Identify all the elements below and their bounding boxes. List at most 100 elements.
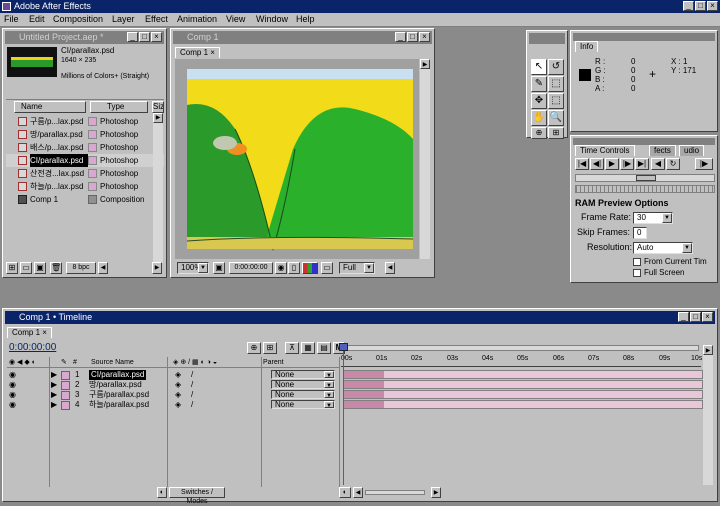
column-name[interactable]: Name [14, 101, 86, 113]
skip-frames-input[interactable]: 0 [633, 227, 647, 239]
project-scrollbar[interactable]: ▶ [153, 113, 163, 263]
zoom-out-icon[interactable]: ◐ [339, 487, 351, 498]
checkbox-icon[interactable] [633, 268, 641, 277]
from-current-time-checkbox[interactable]: From Current Tim [633, 257, 707, 266]
pen-tool-icon[interactable]: ✎ [531, 76, 547, 92]
layer-name[interactable]: 하늘/parallax.psd [89, 400, 149, 410]
previous-frame-icon[interactable]: ◀| [590, 158, 604, 170]
switches-modes-button[interactable]: Switches / Modes [169, 487, 225, 505]
pen-switch-icon[interactable]: ◈ [175, 380, 181, 390]
shuttle-knob-icon[interactable] [636, 175, 656, 181]
timeline-maximize-button[interactable]: □ [690, 312, 701, 322]
zoom-in-icon[interactable]: ▶ [431, 487, 441, 498]
time-controls-tab[interactable]: Time Controls [575, 145, 635, 156]
last-frame-icon[interactable]: ▶| [635, 158, 649, 170]
timeline-minimize-button[interactable]: _ [678, 312, 689, 322]
menu-file[interactable]: File [4, 13, 19, 26]
layer-duration-bar[interactable] [343, 400, 703, 409]
channel-icon[interactable] [302, 262, 318, 274]
video-switch-icon[interactable]: ◉ [9, 390, 16, 400]
parent-select[interactable]: None ▼ [271, 390, 335, 399]
type-tool-icon[interactable]: ⬚ [548, 93, 564, 109]
mask-tool-icon[interactable]: ⬚ [548, 76, 564, 92]
project-item[interactable]: Comp 1 Composition [6, 193, 164, 206]
layer-duration-bar[interactable] [343, 380, 703, 389]
comp-timecode[interactable]: 0:00:00:00 [229, 262, 273, 274]
trash-icon[interactable]: 🗑 [50, 262, 62, 274]
project-maximize-button[interactable]: □ [139, 32, 150, 42]
project-item[interactable]: 땅/parallax.psd Photoshop [6, 128, 164, 141]
graph-icon[interactable]: ▤ [317, 342, 331, 354]
hand-tool-icon[interactable]: ✋ [531, 110, 547, 126]
label-swatch[interactable] [61, 391, 70, 400]
comp-scroll-up[interactable]: ▶ [420, 59, 430, 69]
label-swatch[interactable] [61, 371, 70, 380]
source-name-header[interactable]: Source Name [91, 357, 134, 368]
resolution-select-ram[interactable]: Auto ▼ [633, 242, 693, 254]
label-swatch[interactable] [61, 401, 70, 410]
track-tool-icon[interactable]: ⊞ [548, 127, 564, 139]
app-close-button[interactable]: × [707, 1, 718, 11]
jog-shuttle[interactable] [575, 174, 715, 182]
pen-switch-icon[interactable]: ◈ [175, 390, 181, 400]
comp-close-button[interactable]: × [419, 32, 430, 42]
pan-behind-tool-icon[interactable]: ✥ [531, 93, 547, 109]
scroll-up-button[interactable]: ▶ [153, 113, 163, 123]
current-time-indicator[interactable] [343, 345, 344, 485]
column-type[interactable]: Type [90, 101, 148, 113]
interpret-footage-icon[interactable]: ⊞ [6, 262, 18, 274]
label-swatch[interactable] [61, 381, 70, 390]
menu-window[interactable]: Window [256, 13, 288, 26]
checkbox-icon[interactable] [633, 257, 641, 266]
menu-animation[interactable]: Animation [177, 13, 217, 26]
comp-minimize-button[interactable]: _ [395, 32, 406, 42]
resolution-select[interactable]: Full ▼ [339, 262, 375, 274]
zoom-select[interactable]: 100% ▼ [177, 262, 209, 274]
scroll-left-button[interactable]: ◀ [98, 262, 108, 274]
timeline-close-button[interactable]: × [702, 312, 713, 322]
menu-effect[interactable]: Effect [145, 13, 168, 26]
comp-vscroll[interactable]: ▶ [420, 59, 430, 259]
layer-name[interactable]: CI/parallax.psd [89, 370, 147, 380]
show-snapshot-icon[interactable]: ▯ [288, 262, 300, 274]
audio-tab[interactable]: udio [679, 145, 705, 156]
parent-select[interactable]: None ▼ [271, 380, 335, 389]
menu-help[interactable]: Help [296, 13, 315, 26]
new-comp-icon[interactable]: ▣ [34, 262, 46, 274]
time-ruler[interactable]: 00s 01s 02s 03s 04s 05s 06s 07s 08s 09s … [341, 345, 707, 369]
info-tab[interactable]: Info [575, 41, 599, 52]
comp-tab[interactable]: Comp 1 × [175, 47, 220, 58]
pen-switch-icon[interactable]: ◈ [175, 400, 181, 410]
work-area-bar[interactable] [341, 345, 699, 351]
new-folder-icon[interactable]: ▭ [20, 262, 32, 274]
scrubber-bar[interactable] [575, 185, 715, 193]
bpc-button[interactable]: 8 bpc [66, 262, 96, 274]
project-minimize-button[interactable]: _ [127, 32, 138, 42]
quality-switch-icon[interactable]: / [191, 370, 193, 380]
menu-layer[interactable]: Layer [112, 13, 135, 26]
in-point-icon[interactable] [344, 401, 384, 408]
twirl-icon[interactable]: ▶ [51, 380, 57, 390]
orbit-tool-icon[interactable]: ⊕ [531, 127, 547, 139]
frame-blending-icon[interactable]: ⊼ [285, 342, 299, 354]
frame-rate-select[interactable]: 30 ▼ [633, 212, 673, 224]
pen-switch-icon[interactable]: ◈ [175, 370, 181, 380]
loop-icon[interactable]: ↻ [666, 158, 680, 170]
app-maximize-button[interactable]: □ [695, 1, 706, 11]
project-close-button[interactable]: × [151, 32, 162, 42]
quality-switch-icon[interactable]: / [191, 380, 193, 390]
project-item[interactable]: 배스/p...lax.psd Photoshop [6, 141, 164, 154]
zoom-slider-left[interactable]: ◀ [353, 487, 363, 498]
layer-name[interactable]: 구름/parallax.psd [89, 390, 149, 400]
zoom-tool-icon[interactable]: 🔍 [548, 110, 564, 126]
parent-header[interactable]: Parent [263, 357, 284, 368]
scroll-right-button[interactable]: ▶ [152, 262, 162, 274]
motion-blur-icon[interactable]: ▦ [301, 342, 315, 354]
video-switch-icon[interactable]: ◉ [9, 370, 16, 380]
menu-composition[interactable]: Composition [53, 13, 103, 26]
selection-tool-icon[interactable]: ↖ [531, 59, 547, 75]
menu-edit[interactable]: Edit [29, 13, 45, 26]
comp-viewer[interactable] [175, 59, 419, 259]
snapshot-icon[interactable]: ◉ [275, 262, 287, 274]
project-item[interactable]: 하늘/p...lax.psd Photoshop [6, 180, 164, 193]
